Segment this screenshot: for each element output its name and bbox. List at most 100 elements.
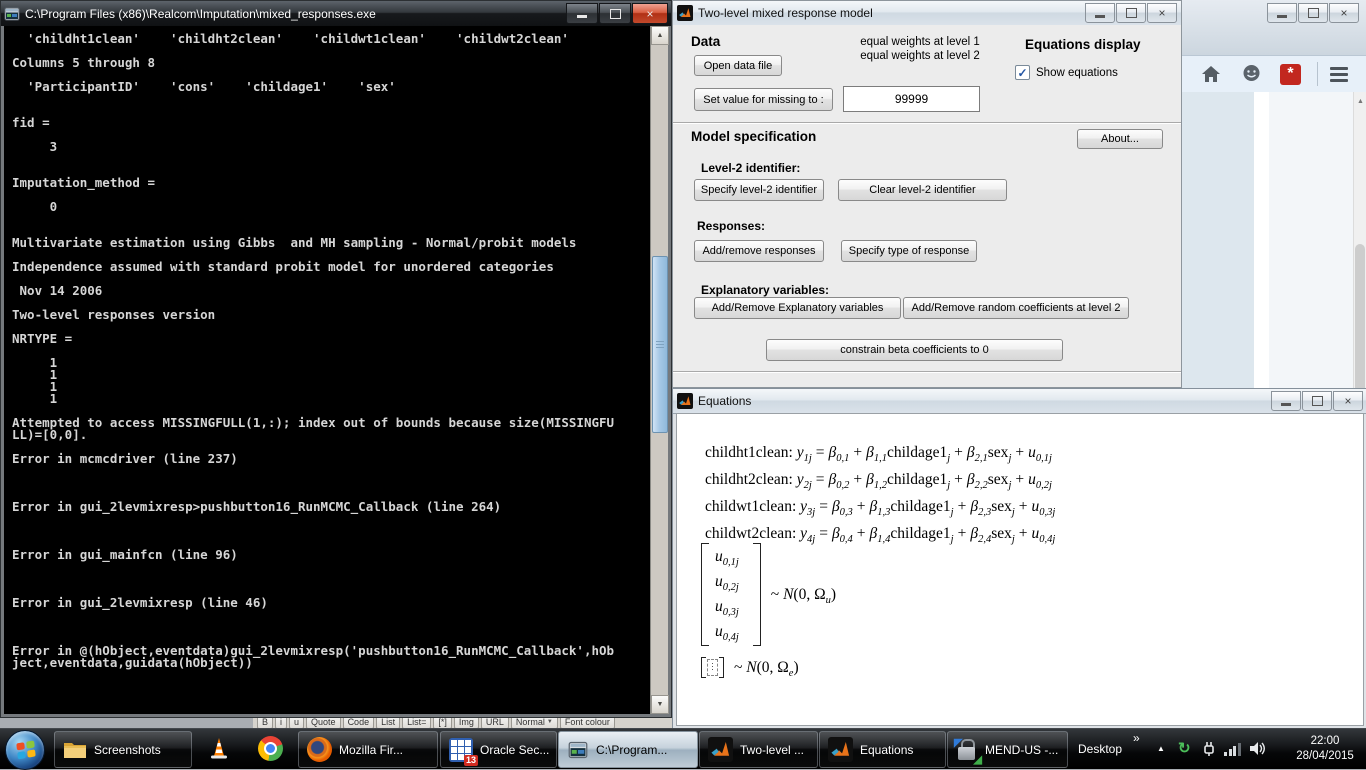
dialog-close-button[interactable]: × bbox=[1147, 3, 1177, 23]
equation-line-1: childht1clean: y1j=β0,1+β1,1childage1j+β… bbox=[705, 444, 1052, 462]
browser-minimize-button[interactable] bbox=[1267, 3, 1297, 23]
tray-volume-icon[interactable] bbox=[1248, 740, 1266, 757]
equation-line-3: childwt1clean: y3j=β0,3+β1,3childage1j+β… bbox=[705, 498, 1055, 516]
residual-distribution: ~ N(0, Ωe) bbox=[701, 657, 799, 678]
console-titlebar: C:\Program Files (x86)\Realcom\Imputatio… bbox=[1, 1, 671, 26]
open-data-file-button[interactable]: Open data file bbox=[694, 55, 782, 76]
level2-identifier-label: Level-2 identifier: bbox=[701, 161, 800, 175]
equations-titlebar: Equations × bbox=[673, 389, 1366, 414]
equations-minimize-button[interactable] bbox=[1271, 391, 1301, 411]
taskbar-item-mendus[interactable]: ◤◢ MEND-US -... bbox=[947, 731, 1068, 768]
home-icon[interactable] bbox=[1201, 65, 1221, 83]
section-divider bbox=[673, 122, 1181, 124]
bottom-divider bbox=[673, 371, 1181, 373]
scroll-up-button[interactable]: ▲ bbox=[651, 26, 669, 45]
scroll-up-icon[interactable]: ▲ bbox=[1354, 92, 1366, 105]
matlab-icon bbox=[708, 737, 733, 762]
console-title: C:\Program Files (x86)\Realcom\Imputatio… bbox=[25, 7, 561, 21]
start-button[interactable] bbox=[5, 730, 45, 770]
data-section-heading: Data bbox=[691, 34, 720, 49]
missing-value-input[interactable] bbox=[843, 86, 980, 112]
equations-content: childht1clean: y1j=β0,1+β1,1childage1j+β… bbox=[676, 413, 1364, 726]
explanatory-variables-label: Explanatory variables: bbox=[701, 283, 829, 297]
about-button[interactable]: About... bbox=[1077, 129, 1163, 149]
equations-title: Equations bbox=[698, 394, 1266, 408]
model-specification-heading: Model specification bbox=[691, 129, 816, 144]
set-missing-value-button[interactable]: Set value for missing to : bbox=[694, 88, 833, 111]
console-icon bbox=[567, 740, 589, 760]
browser-window: × * ▲ bbox=[1178, 0, 1366, 420]
add-remove-random-coefficients-button[interactable]: Add/Remove random coefficients at level … bbox=[903, 297, 1129, 319]
tray-plug-icon[interactable] bbox=[1200, 739, 1217, 757]
console-output: 'childht1clean' 'childht2clean' 'childwt… bbox=[4, 26, 668, 714]
console-close-button[interactable]: × bbox=[632, 3, 668, 24]
browser-toolbar: * bbox=[1179, 55, 1366, 93]
equations-close-button[interactable]: × bbox=[1333, 391, 1363, 411]
console-scroll-thumb[interactable] bbox=[652, 256, 668, 433]
equation-line-4: childwt2clean: y4j=β0,4+β1,4childage1j+β… bbox=[705, 525, 1055, 543]
equations-maximize-button[interactable] bbox=[1302, 391, 1332, 411]
taskbar-item-firefox[interactable]: Mozilla Fir... bbox=[298, 731, 438, 768]
clock-time: 22:00 bbox=[1311, 734, 1340, 749]
dialog-title: Two-level mixed response model bbox=[698, 6, 1080, 20]
browser-content: ▲ bbox=[1179, 92, 1366, 420]
equation-line-2: childht2clean: y2j=β0,2+β1,2childage1j+β… bbox=[705, 471, 1052, 489]
console-maximize-button[interactable] bbox=[599, 3, 631, 24]
console-minimize-button[interactable] bbox=[566, 3, 598, 24]
dialog-maximize-button[interactable] bbox=[1116, 3, 1146, 23]
matlab-icon bbox=[828, 737, 853, 762]
residual-vector-placeholder bbox=[707, 659, 718, 676]
taskbar-item-two-level[interactable]: Two-level ... bbox=[699, 731, 818, 768]
dialog-minimize-button[interactable] bbox=[1085, 3, 1115, 23]
show-equations-checkbox[interactable]: ✓ bbox=[1015, 65, 1030, 80]
scroll-down-button[interactable]: ▼ bbox=[651, 695, 669, 714]
taskbar-item-equations[interactable]: Equations bbox=[819, 731, 946, 768]
chat-smiley-icon[interactable] bbox=[1241, 64, 1262, 84]
browser-scrollbar[interactable]: ▲ bbox=[1353, 92, 1366, 420]
taskbar-clock[interactable]: 22:00 28/04/2015 bbox=[1286, 729, 1364, 769]
browser-maximize-button[interactable] bbox=[1298, 3, 1328, 23]
tray-sync-icon[interactable]: ↻ bbox=[1178, 739, 1191, 757]
equations-display-heading: Equations display bbox=[1025, 37, 1141, 52]
dropdown-icon: ▼ bbox=[547, 719, 553, 725]
chrome-icon[interactable] bbox=[246, 731, 294, 766]
specify-level2-button[interactable]: Specify level-2 identifier bbox=[694, 179, 824, 201]
random-effects-vector: u0,1j u0,2j u0,3j u0,4j ~ N(0, Ωu) bbox=[701, 543, 836, 646]
equations-window: Equations × childht1clean: y1j=β0,1+β1,1… bbox=[672, 388, 1366, 730]
tray-expand-icon[interactable]: ▲ bbox=[1157, 744, 1165, 753]
console-text: 'childht1clean' 'childht2clean' 'childwt… bbox=[12, 33, 648, 669]
taskbar: Screenshots Mozilla Fir... 13 Oracle Sec… bbox=[0, 728, 1366, 769]
model-dialog-titlebar: Two-level mixed response model × bbox=[673, 1, 1181, 26]
lock-sync-icon: ◤◢ bbox=[956, 738, 978, 762]
clock-date: 28/04/2015 bbox=[1296, 749, 1354, 764]
weights-note: equal weights at level 1 equal weights a… bbox=[831, 35, 1009, 63]
console-scrollbar[interactable]: ▲ ▼ bbox=[650, 26, 668, 714]
constrain-beta-button[interactable]: constrain beta coefficients to 0 bbox=[766, 339, 1063, 361]
toolbar-separator bbox=[1317, 62, 1318, 86]
show-equations-label: Show equations bbox=[1036, 67, 1118, 79]
desktop-toolbar[interactable]: Desktop bbox=[1078, 729, 1122, 769]
browser-close-button[interactable]: × bbox=[1329, 3, 1359, 23]
toolbar-chevron[interactable]: » bbox=[1133, 731, 1140, 745]
matlab-icon bbox=[677, 393, 693, 409]
menu-icon[interactable] bbox=[1330, 67, 1348, 82]
taskbar-item-screenshots[interactable]: Screenshots bbox=[54, 731, 192, 768]
taskbar-item-console[interactable]: C:\Program... bbox=[558, 731, 698, 768]
add-remove-responses-button[interactable]: Add/remove responses bbox=[694, 240, 824, 262]
responses-label: Responses: bbox=[697, 219, 765, 233]
tray-network-icon[interactable] bbox=[1224, 743, 1241, 756]
taskbar-item-oracle[interactable]: 13 Oracle Sec... bbox=[440, 731, 557, 768]
matlab-icon bbox=[677, 5, 693, 21]
console-icon bbox=[4, 6, 20, 22]
clear-level2-button[interactable]: Clear level-2 identifier bbox=[838, 179, 1007, 201]
console-window: C:\Program Files (x86)\Realcom\Imputatio… bbox=[0, 0, 672, 718]
firefox-icon bbox=[307, 737, 332, 762]
lastpass-icon[interactable]: * bbox=[1280, 64, 1301, 85]
add-remove-explanatory-button[interactable]: Add/Remove Explanatory variables bbox=[694, 297, 901, 319]
oracle-grid-icon: 13 bbox=[449, 738, 473, 762]
specify-type-of-response-button[interactable]: Specify type of response bbox=[841, 240, 977, 262]
model-dialog-window: Two-level mixed response model × Data eq… bbox=[672, 0, 1182, 388]
folder-icon bbox=[63, 740, 87, 759]
u-distribution: ~ N(0, Ωu) bbox=[771, 586, 836, 604]
vlc-icon[interactable] bbox=[196, 731, 242, 766]
